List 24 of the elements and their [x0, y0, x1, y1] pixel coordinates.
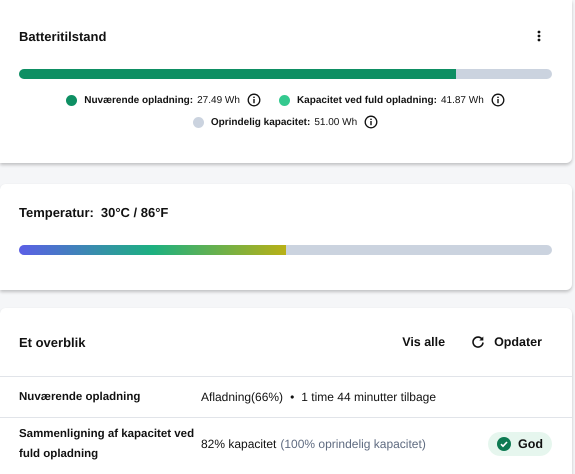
temperature-value: 30°C / 86°F: [100, 205, 168, 220]
row-value: Afladning(66%): [201, 390, 284, 404]
refresh-button[interactable]: Opdater: [463, 329, 550, 355]
refresh-icon: [471, 335, 486, 349]
row-detail: 1 time 44 minutter tilbage: [301, 390, 436, 404]
card-title: Et overblik: [19, 334, 86, 350]
legend-label: Kapacitet ved fuld opladning:: [296, 94, 437, 106]
more-options-icon[interactable]: [537, 30, 541, 42]
card-title: Batteritilstand: [19, 28, 106, 44]
view-all-button[interactable]: Vis alle: [394, 329, 454, 355]
row-value: 82% kapacitet: [201, 437, 276, 451]
separator-dot: •: [290, 390, 294, 404]
info-icon[interactable]: [364, 115, 378, 129]
status-badge: God: [488, 432, 552, 456]
info-icon[interactable]: [490, 93, 505, 107]
check-icon: [497, 437, 511, 451]
legend-label: Nuværende opladning:: [84, 94, 194, 106]
row-note: (100% oprindelig kapacitet): [280, 437, 426, 451]
legend-value: 27.49 Wh: [197, 94, 240, 106]
legend-value: 41.87 Wh: [440, 94, 484, 106]
info-icon[interactable]: [246, 93, 261, 107]
legend-label: Oprindelig kapacitet:: [210, 116, 310, 128]
temperature-label: Temperatur:: [19, 205, 94, 220]
legend-value: 51.00 Wh: [314, 116, 358, 128]
